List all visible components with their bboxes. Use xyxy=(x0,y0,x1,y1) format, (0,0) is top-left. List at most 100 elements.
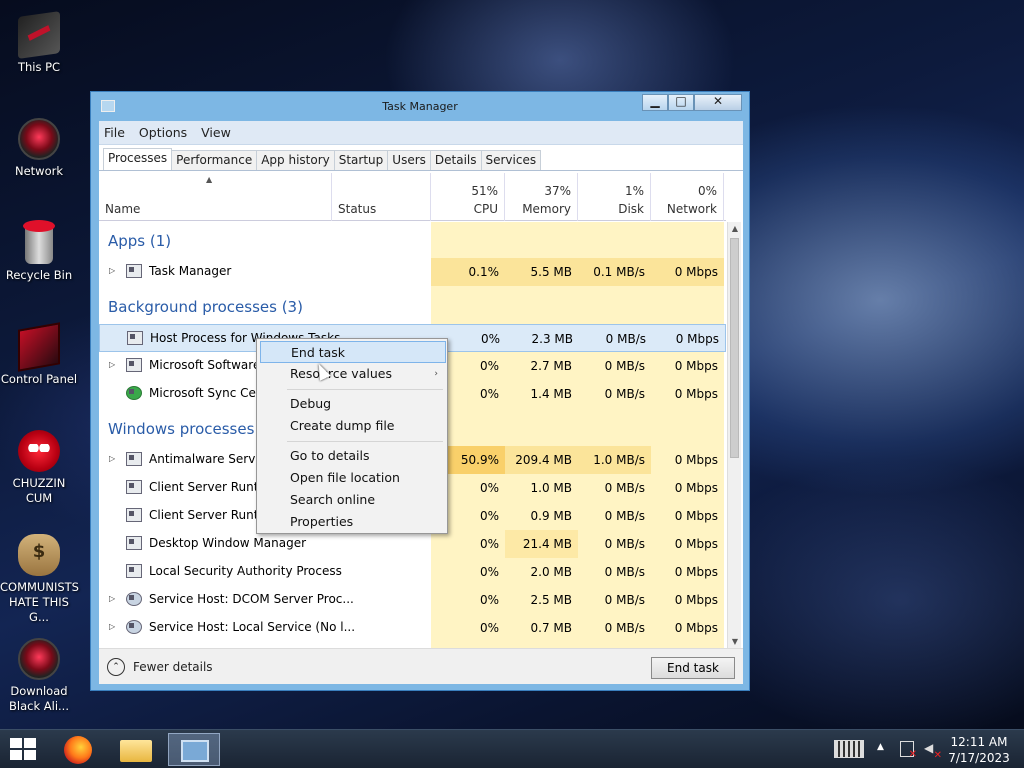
maximize-icon: □ xyxy=(675,94,687,108)
network-value: 0 Mbps xyxy=(674,565,718,579)
table-row[interactable]: ▷ Service Host: Local Service (No l... 0… xyxy=(99,614,726,642)
gear-icon xyxy=(126,620,142,634)
tab-startup[interactable]: Startup xyxy=(333,150,389,170)
menu-item-properties[interactable]: Properties xyxy=(260,511,446,533)
expand-arrow-icon[interactable]: ▷ xyxy=(109,622,115,631)
vertical-scrollbar[interactable]: ▲ ▼ xyxy=(727,222,741,648)
desktop-icon-this-pc[interactable]: This PC xyxy=(0,11,78,75)
disk-value: 1.0 MB/s xyxy=(578,446,651,474)
tab-performance[interactable]: Performance xyxy=(171,150,258,170)
generic-process-icon xyxy=(127,331,143,345)
show-hidden-icons-icon[interactable]: ▲ xyxy=(877,742,884,752)
disk-value: 0 MB/s xyxy=(604,481,645,495)
menu-options[interactable]: Options xyxy=(139,125,187,140)
volume-icon[interactable]: ◀ ✕ xyxy=(924,741,942,761)
desktop-icon-network[interactable]: Network xyxy=(0,118,78,179)
network-value: 0 Mbps xyxy=(674,453,718,467)
process-name: Desktop Window Manager xyxy=(149,536,307,550)
group-title-apps: Apps (1) xyxy=(108,232,172,250)
scroll-down-icon[interactable]: ▼ xyxy=(728,637,742,646)
network-total: 0% xyxy=(697,184,717,198)
network-status-icon[interactable]: ✕ xyxy=(900,741,917,760)
menu-view[interactable]: View xyxy=(201,125,231,140)
minimize-icon: ▁ xyxy=(650,94,660,108)
disk-value: 0 MB/s xyxy=(604,509,645,523)
network-value: 0 Mbps xyxy=(674,481,718,495)
network-icon xyxy=(18,118,60,160)
tab-services[interactable]: Services xyxy=(480,150,542,170)
memory-value: 2.7 MB xyxy=(530,359,572,373)
process-name: Microsoft Sync Cent xyxy=(149,386,269,400)
desktop-icon-recycle-bin[interactable]: Recycle Bin xyxy=(0,220,78,283)
menu-item-debug[interactable]: Debug xyxy=(260,393,446,415)
expand-arrow-icon[interactable]: ▷ xyxy=(109,454,115,463)
title-bar[interactable]: Task Manager ▁ □ ✕ xyxy=(91,92,749,120)
cpu-value: 0% xyxy=(479,537,499,551)
windows-logo-icon xyxy=(24,738,36,748)
network-value: 0 Mbps xyxy=(674,593,718,607)
menu-item-go-to-details[interactable]: Go to details xyxy=(260,445,446,467)
menu-file[interactable]: File xyxy=(104,125,125,140)
scroll-up-icon[interactable]: ▲ xyxy=(728,224,742,233)
group-title-windows: Windows processes ( xyxy=(108,420,266,438)
memory-value: 209.4 MB xyxy=(505,446,578,474)
gear-icon xyxy=(126,592,142,606)
menu-item-resource-values[interactable]: Resource values › xyxy=(260,363,446,385)
disk-value: 0 MB/s xyxy=(604,565,645,579)
disk-value: 0 MB/s xyxy=(605,332,646,346)
column-memory[interactable]: 37% Memory xyxy=(505,173,578,221)
column-disk[interactable]: 1% Disk xyxy=(578,173,651,221)
minimize-button[interactable]: ▁ xyxy=(642,94,668,111)
this-pc-icon xyxy=(18,11,60,59)
maximize-button[interactable]: □ xyxy=(668,94,694,111)
desktop-icon-communists[interactable]: COMMUNISTS HATE THIS G... xyxy=(0,534,79,625)
scroll-thumb[interactable] xyxy=(730,238,739,458)
expand-arrow-icon[interactable]: ▷ xyxy=(109,360,115,369)
process-name: Antimalware Service xyxy=(149,452,273,466)
column-network[interactable]: 0% Network xyxy=(651,173,724,221)
desktop-icon-control-panel[interactable]: Control Panel xyxy=(0,322,78,387)
tab-details[interactable]: Details xyxy=(429,150,482,170)
menu-item-open-file-location[interactable]: Open file location xyxy=(260,467,446,489)
tab-users[interactable]: Users xyxy=(387,150,431,170)
fewer-details-label: Fewer details xyxy=(133,660,213,674)
memory-value: 0.7 MB xyxy=(530,621,572,635)
generic-process-icon xyxy=(126,358,142,372)
fewer-details-button[interactable]: ⌃ Fewer details xyxy=(107,658,213,676)
tab-processes[interactable]: Processes xyxy=(103,148,173,170)
cpu-value: 0% xyxy=(479,565,499,579)
column-header: ▲ Name Status 51% CPU 37% Memory 1% Disk… xyxy=(99,173,726,221)
column-name[interactable]: ▲ Name xyxy=(99,173,332,221)
memory-value: 2.5 MB xyxy=(530,593,572,607)
menu-item-end-task[interactable]: End task xyxy=(260,341,446,363)
table-row[interactable]: Desktop Window Manager 0% 21.4 MB 0 MB/s… xyxy=(99,530,726,558)
tab-app-history[interactable]: App history xyxy=(256,150,335,170)
desktop-icon-label: This PC xyxy=(17,60,61,74)
table-row[interactable]: ▷ Task Manager 0.1% 5.5 MB 0.1 MB/s 0 Mb… xyxy=(99,258,726,286)
column-disk-label: Disk xyxy=(618,202,644,216)
menu-item-create-dump[interactable]: Create dump file xyxy=(260,415,446,437)
expand-arrow-icon[interactable]: ▷ xyxy=(109,594,115,603)
taskbar-firefox[interactable] xyxy=(54,733,106,766)
desktop-icon-download[interactable]: Download Black Ali... xyxy=(0,638,78,714)
fuzzball-icon xyxy=(18,430,60,472)
menu-item-search-online[interactable]: Search online xyxy=(260,489,446,511)
keyboard-icon[interactable] xyxy=(834,740,864,758)
column-cpu[interactable]: 51% CPU xyxy=(431,173,505,221)
close-button[interactable]: ✕ xyxy=(694,94,742,111)
control-panel-icon xyxy=(18,322,60,372)
taskbar-file-explorer[interactable] xyxy=(110,733,162,766)
chevron-up-icon: ⌃ xyxy=(107,658,125,676)
desktop-icon-chuzzin[interactable]: CHUZZIN CUM xyxy=(0,430,78,506)
table-row[interactable]: ▷ Service Host: DCOM Server Proc... 0% 2… xyxy=(99,586,726,614)
start-button[interactable] xyxy=(10,738,38,762)
table-row[interactable]: Local Security Authority Process 0% 2.0 … xyxy=(99,558,726,586)
end-task-button[interactable]: End task xyxy=(651,657,735,679)
expand-arrow-icon[interactable]: ▷ xyxy=(109,266,115,275)
column-status[interactable]: Status xyxy=(332,173,431,221)
generic-process-icon xyxy=(126,564,142,578)
memory-value: 2.3 MB xyxy=(531,332,573,346)
desktop-icon-label: Recycle Bin xyxy=(5,268,73,282)
clock[interactable]: 12:11 AM 7/17/2023 xyxy=(940,734,1018,766)
taskbar-task-manager[interactable] xyxy=(168,733,220,766)
